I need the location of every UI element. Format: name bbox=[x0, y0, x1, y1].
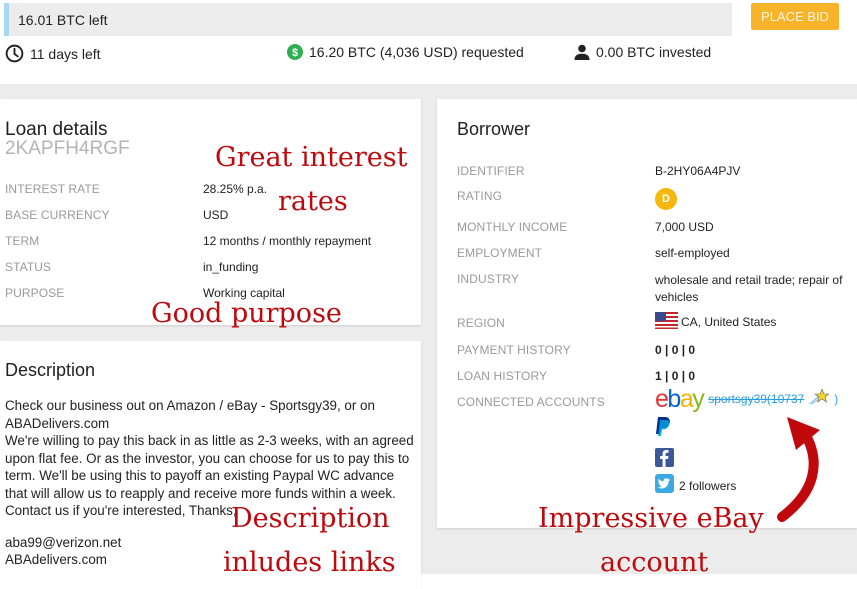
ebay-username-link[interactable]: sportsgy39(10737 bbox=[708, 392, 804, 406]
ebay-logo-icon: ebay bbox=[655, 385, 705, 413]
shooting-star-icon bbox=[809, 387, 831, 410]
clock-icon bbox=[5, 44, 24, 63]
region-text: CA, United States bbox=[681, 315, 777, 329]
twitter-account[interactable]: 2 followers bbox=[655, 474, 736, 498]
funding-progress-bar: 16.01 BTC left bbox=[4, 3, 732, 36]
place-bid-button[interactable]: PLACE BID bbox=[751, 3, 839, 30]
annotation-arrow bbox=[777, 417, 820, 522]
loan-id: 2KAPFH4RGF bbox=[5, 138, 130, 159]
invested-text: 0.00 BTC invested bbox=[596, 44, 712, 60]
us-flag-icon bbox=[655, 312, 678, 332]
annotation-interest-line1: Great interest bbox=[215, 142, 408, 173]
rating-badge: D bbox=[655, 188, 677, 210]
facebook-icon bbox=[655, 448, 674, 471]
paypal-account[interactable] bbox=[655, 417, 671, 442]
annotation-description-line2: inludes links bbox=[223, 547, 396, 578]
paypal-icon bbox=[655, 417, 671, 441]
annotation-ebay-line1: Impressive eBay bbox=[538, 503, 764, 534]
invested-stat: 0.00 BTC invested bbox=[574, 44, 711, 60]
days-left-stat: 11 days left bbox=[5, 44, 101, 63]
description-body: Check our business out on Amazon / eBay … bbox=[5, 397, 415, 569]
requested-text: 16.20 BTC (4,036 USD) requested bbox=[309, 44, 524, 60]
description-title: Description bbox=[5, 360, 96, 380]
borrower-title: Borrower bbox=[457, 119, 531, 139]
annotation-purpose: Good purpose bbox=[151, 298, 342, 329]
facebook-account[interactable] bbox=[655, 448, 674, 472]
annotation-interest-line2: rates bbox=[278, 186, 348, 217]
twitter-icon bbox=[655, 474, 674, 498]
description-paragraph: Check our business out on Amazon / eBay … bbox=[5, 398, 375, 431]
loan-details-card: Loan details 2KAPFH4RGF INTEREST RATE 28… bbox=[0, 99, 421, 325]
ebay-account[interactable]: ebay sportsgy39(10737 ) bbox=[655, 385, 838, 413]
svg-text:$: $ bbox=[292, 47, 298, 59]
twitter-followers: 2 followers bbox=[679, 479, 737, 493]
dollar-icon: $ bbox=[287, 44, 303, 60]
annotation-ebay-line2: account bbox=[600, 547, 709, 578]
borrower-identifier-link[interactable]: B-2HY06A4PJV bbox=[655, 164, 740, 178]
person-icon bbox=[574, 44, 590, 60]
annotation-description-line1: Description bbox=[231, 503, 390, 534]
requested-stat: $ 16.20 BTC (4,036 USD) requested bbox=[287, 44, 524, 60]
btc-left-label: 16.01 BTC left bbox=[18, 12, 108, 28]
days-left-text: 11 days left bbox=[30, 45, 101, 62]
